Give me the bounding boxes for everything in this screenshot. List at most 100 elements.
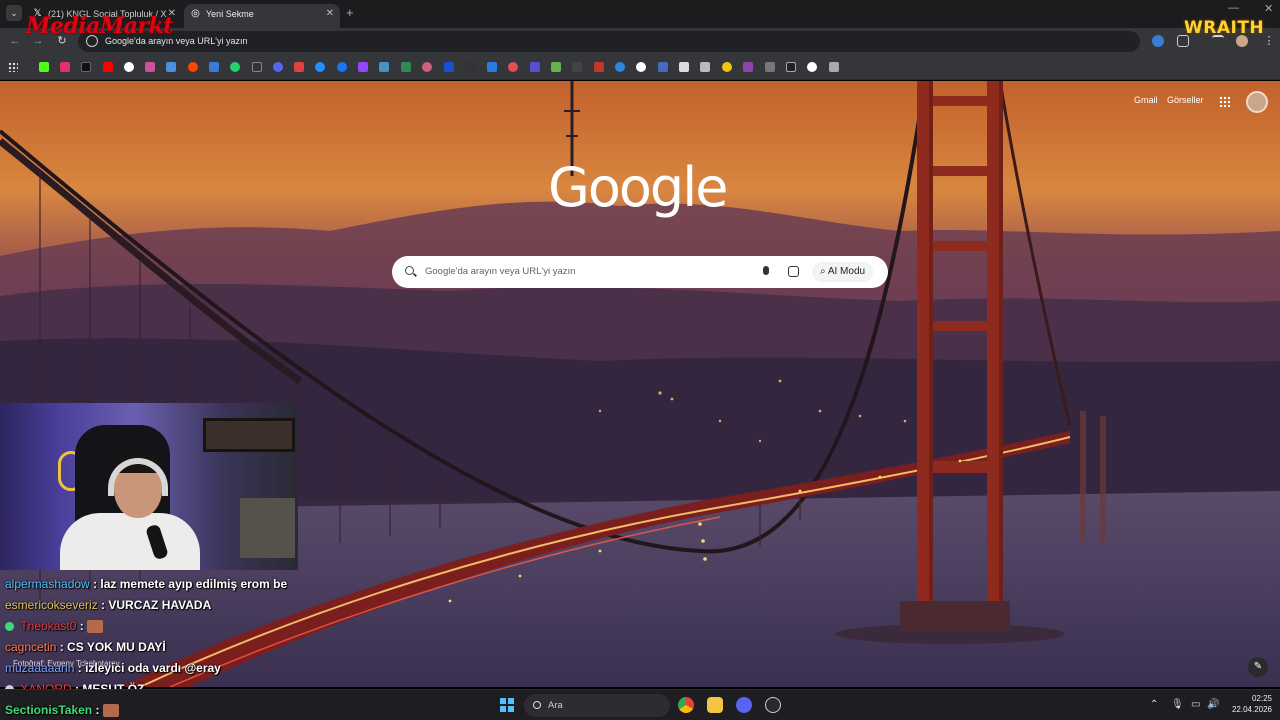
bookmark-icon[interactable]	[722, 62, 732, 72]
whatsapp-bookmark-icon[interactable]	[230, 62, 240, 72]
chat-emote-icon	[102, 704, 119, 718]
ai-mode-button[interactable]: ⌕ AI Modu	[812, 262, 874, 282]
chat-text: : laz memete ayıp edilmiş erom be	[93, 577, 288, 591]
bookmark-icon[interactable]	[487, 62, 497, 72]
chat-message: esmericokseveriz : VURCAZ HAVADA	[5, 598, 211, 612]
bookmark-icon[interactable]	[401, 62, 411, 72]
streamer-body	[60, 513, 200, 570]
facebook-bookmark-icon[interactable]	[337, 62, 347, 72]
new-tab-page: Gmail Görseller Google Google'da arayın …	[0, 81, 1280, 687]
taskbar-search[interactable]: Ara	[524, 694, 670, 717]
google-apps-icon[interactable]	[1219, 96, 1230, 107]
search-box[interactable]: Google'da arayın veya URL'yi yazın ⌕ AI …	[392, 256, 888, 288]
browser-toolbar: ← → ↻ Google'da arayın veya URL'yi yazın…	[0, 28, 1280, 55]
bookmark-icon[interactable]	[679, 62, 689, 72]
volume-icon[interactable]: 🔊	[1207, 699, 1219, 710]
bookmark-icon[interactable]	[829, 62, 839, 72]
close-window-icon[interactable]: ✕	[1264, 2, 1273, 15]
bookmark-icon[interactable]	[315, 62, 325, 72]
google-lens-icon[interactable]	[788, 266, 799, 277]
chat-message: cagncetin : CS YOK MU DAYİ	[5, 640, 166, 654]
google-logo: Google	[548, 156, 728, 219]
bookmark-icon[interactable]	[166, 62, 176, 72]
chat-text: : VURCAZ HAVADA	[101, 598, 212, 612]
tab-title: Yeni Sekme	[206, 9, 254, 19]
bookmark-icon[interactable]	[252, 62, 262, 72]
bookmark-icon[interactable]	[658, 62, 668, 72]
images-link[interactable]: Görseller	[1167, 95, 1204, 105]
webcam-overlay	[0, 403, 298, 570]
x-bookmark-icon[interactable]	[81, 62, 91, 72]
bookmark-icon[interactable]	[422, 62, 432, 72]
chat-message: alpermashadow : laz memete ayıp edilmiş …	[5, 577, 287, 591]
system-clock[interactable]: 02:25 22.04.2026	[1224, 693, 1272, 715]
voice-search-icon[interactable]	[763, 266, 769, 275]
minimize-icon[interactable]: —	[1228, 2, 1239, 14]
display-icon[interactable]: ▭	[1191, 699, 1200, 710]
mediamarkt-logo: MediaMarkt	[26, 13, 173, 39]
customize-pencil-icon[interactable]: ✎	[1248, 657, 1268, 677]
chat-username: cagncetin	[5, 640, 57, 654]
bookmark-icon[interactable]	[700, 62, 710, 72]
twitch-bookmark-icon[interactable]	[358, 62, 368, 72]
app-taskbar-icon[interactable]	[765, 697, 781, 713]
bookmark-icon[interactable]	[294, 62, 304, 72]
chat-message: muzaaaaann : izleyici oda vardı @eray	[5, 661, 221, 675]
account-avatar[interactable]	[1246, 91, 1268, 113]
clock-date: 22.04.2026	[1231, 705, 1272, 714]
bookmark-icon[interactable]	[379, 62, 389, 72]
windows-start-icon[interactable]	[500, 698, 514, 712]
chat-text: : CS YOK MU DAYİ	[59, 640, 166, 654]
chrome-taskbar-icon[interactable]	[678, 697, 694, 713]
apps-grid-icon[interactable]	[8, 62, 18, 72]
bookmark-icon[interactable]	[551, 62, 561, 72]
translate-bookmark-icon[interactable]	[209, 62, 219, 72]
file-explorer-icon[interactable]	[707, 697, 723, 713]
kick-bookmark-icon[interactable]	[39, 62, 49, 72]
back-arrow-icon[interactable]: ←	[8, 34, 22, 48]
bookmark-icon[interactable]	[465, 62, 475, 72]
chrome-icon: ◎	[191, 8, 200, 19]
sparkle-search-icon: ⌕	[820, 266, 828, 277]
chat-badge-icon	[5, 622, 14, 632]
bookmark-icon[interactable]	[530, 62, 540, 72]
google-bookmark-icon[interactable]	[124, 62, 134, 72]
bookmark-icon[interactable]	[145, 62, 155, 72]
bookmark-icon[interactable]	[765, 62, 775, 72]
address-bar[interactable]: Google'da arayın veya URL'yi yazın	[78, 31, 1140, 52]
close-icon[interactable]: ✕	[326, 4, 334, 24]
instagram-bookmark-icon[interactable]	[60, 62, 70, 72]
youtube-bookmark-icon[interactable]	[103, 62, 113, 72]
wall-picture	[203, 418, 295, 452]
bookmark-icon[interactable]	[444, 62, 454, 72]
chevron-up-icon[interactable]: ⌃	[1150, 699, 1158, 710]
windows-taskbar: Ara ⌃ 🎙 ▭ 🔊 02:25 22.04.2026	[0, 689, 1280, 720]
chat-text: :	[95, 703, 100, 717]
chat-username: alpermashadow	[5, 577, 90, 591]
bookmark-icon[interactable]	[273, 62, 283, 72]
discord-icon[interactable]	[736, 697, 752, 713]
chat-text: : izleyici oda vardı @eray	[77, 661, 221, 675]
bookmark-icon[interactable]	[508, 62, 518, 72]
bookmarks-bar	[0, 55, 1280, 80]
chat-username: muzaaaaann	[5, 661, 75, 675]
ai-mode-label: AI Modu	[827, 266, 866, 277]
extension-icon[interactable]	[1152, 35, 1164, 47]
bookmark-icon[interactable]	[743, 62, 753, 72]
taskbar-search-label: Ara	[548, 700, 563, 711]
tab-search-button[interactable]: ⌄	[6, 5, 22, 21]
new-tab-button[interactable]: +	[346, 4, 354, 22]
bookmark-icon[interactable]	[786, 62, 796, 72]
bookmark-icon[interactable]	[572, 62, 582, 72]
chat-username: SectionisTaken	[5, 703, 93, 717]
bookmark-icon[interactable]	[615, 62, 625, 72]
microphone-icon[interactable]: 🎙	[1171, 699, 1184, 710]
gmail-link[interactable]: Gmail	[1134, 95, 1158, 105]
reddit-bookmark-icon[interactable]	[188, 62, 198, 72]
tab-new-tab[interactable]: ◎ Yeni Sekme ✕	[184, 4, 340, 28]
bookmark-icon[interactable]	[636, 62, 646, 72]
bookmark-icon[interactable]	[807, 62, 817, 72]
shelf-decor	[240, 498, 295, 558]
bookmark-icon[interactable]	[594, 62, 604, 72]
search-icon	[405, 266, 414, 275]
